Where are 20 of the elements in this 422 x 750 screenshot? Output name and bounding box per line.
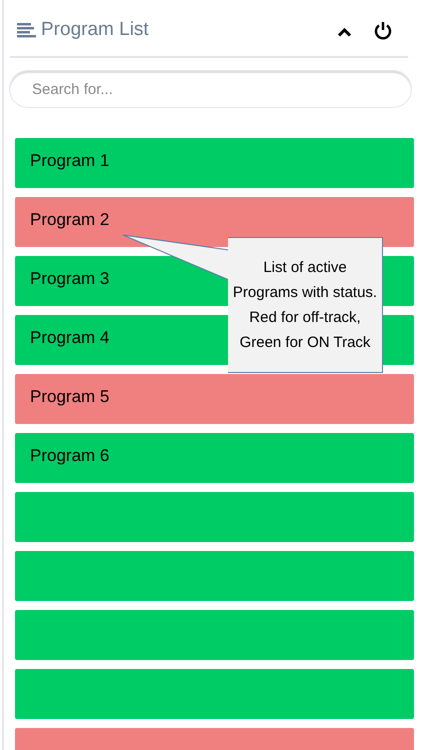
program-name: Program 1 — [30, 150, 110, 172]
program-row[interactable]: Program 2 — [15, 197, 414, 247]
search-field[interactable]: Search for... — [9, 70, 412, 108]
program-name: Program 6 — [30, 444, 110, 467]
program-row[interactable] — [15, 551, 414, 601]
menu-icon[interactable] — [17, 22, 36, 38]
callout-tooltip: List of active Programs with status. Red for off-track, Green for ON Track — [228, 237, 383, 373]
power-icon[interactable] — [374, 20, 392, 40]
program-row[interactable]: Program 6 — [15, 433, 414, 483]
page-title: Program List — [41, 18, 149, 42]
program-name: Program 2 — [30, 208, 110, 231]
program-row[interactable] — [15, 610, 414, 660]
program-name: Program 3 — [30, 268, 110, 290]
program-row[interactable] — [15, 669, 414, 719]
program-row[interactable]: Program 1 — [15, 138, 414, 188]
program-row[interactable] — [15, 492, 414, 542]
chevron-up-icon[interactable] — [337, 27, 352, 37]
program-name: Program 4 — [30, 326, 110, 349]
program-name: Program 5 — [30, 386, 110, 408]
program-row[interactable]: Program 5 — [15, 374, 414, 424]
